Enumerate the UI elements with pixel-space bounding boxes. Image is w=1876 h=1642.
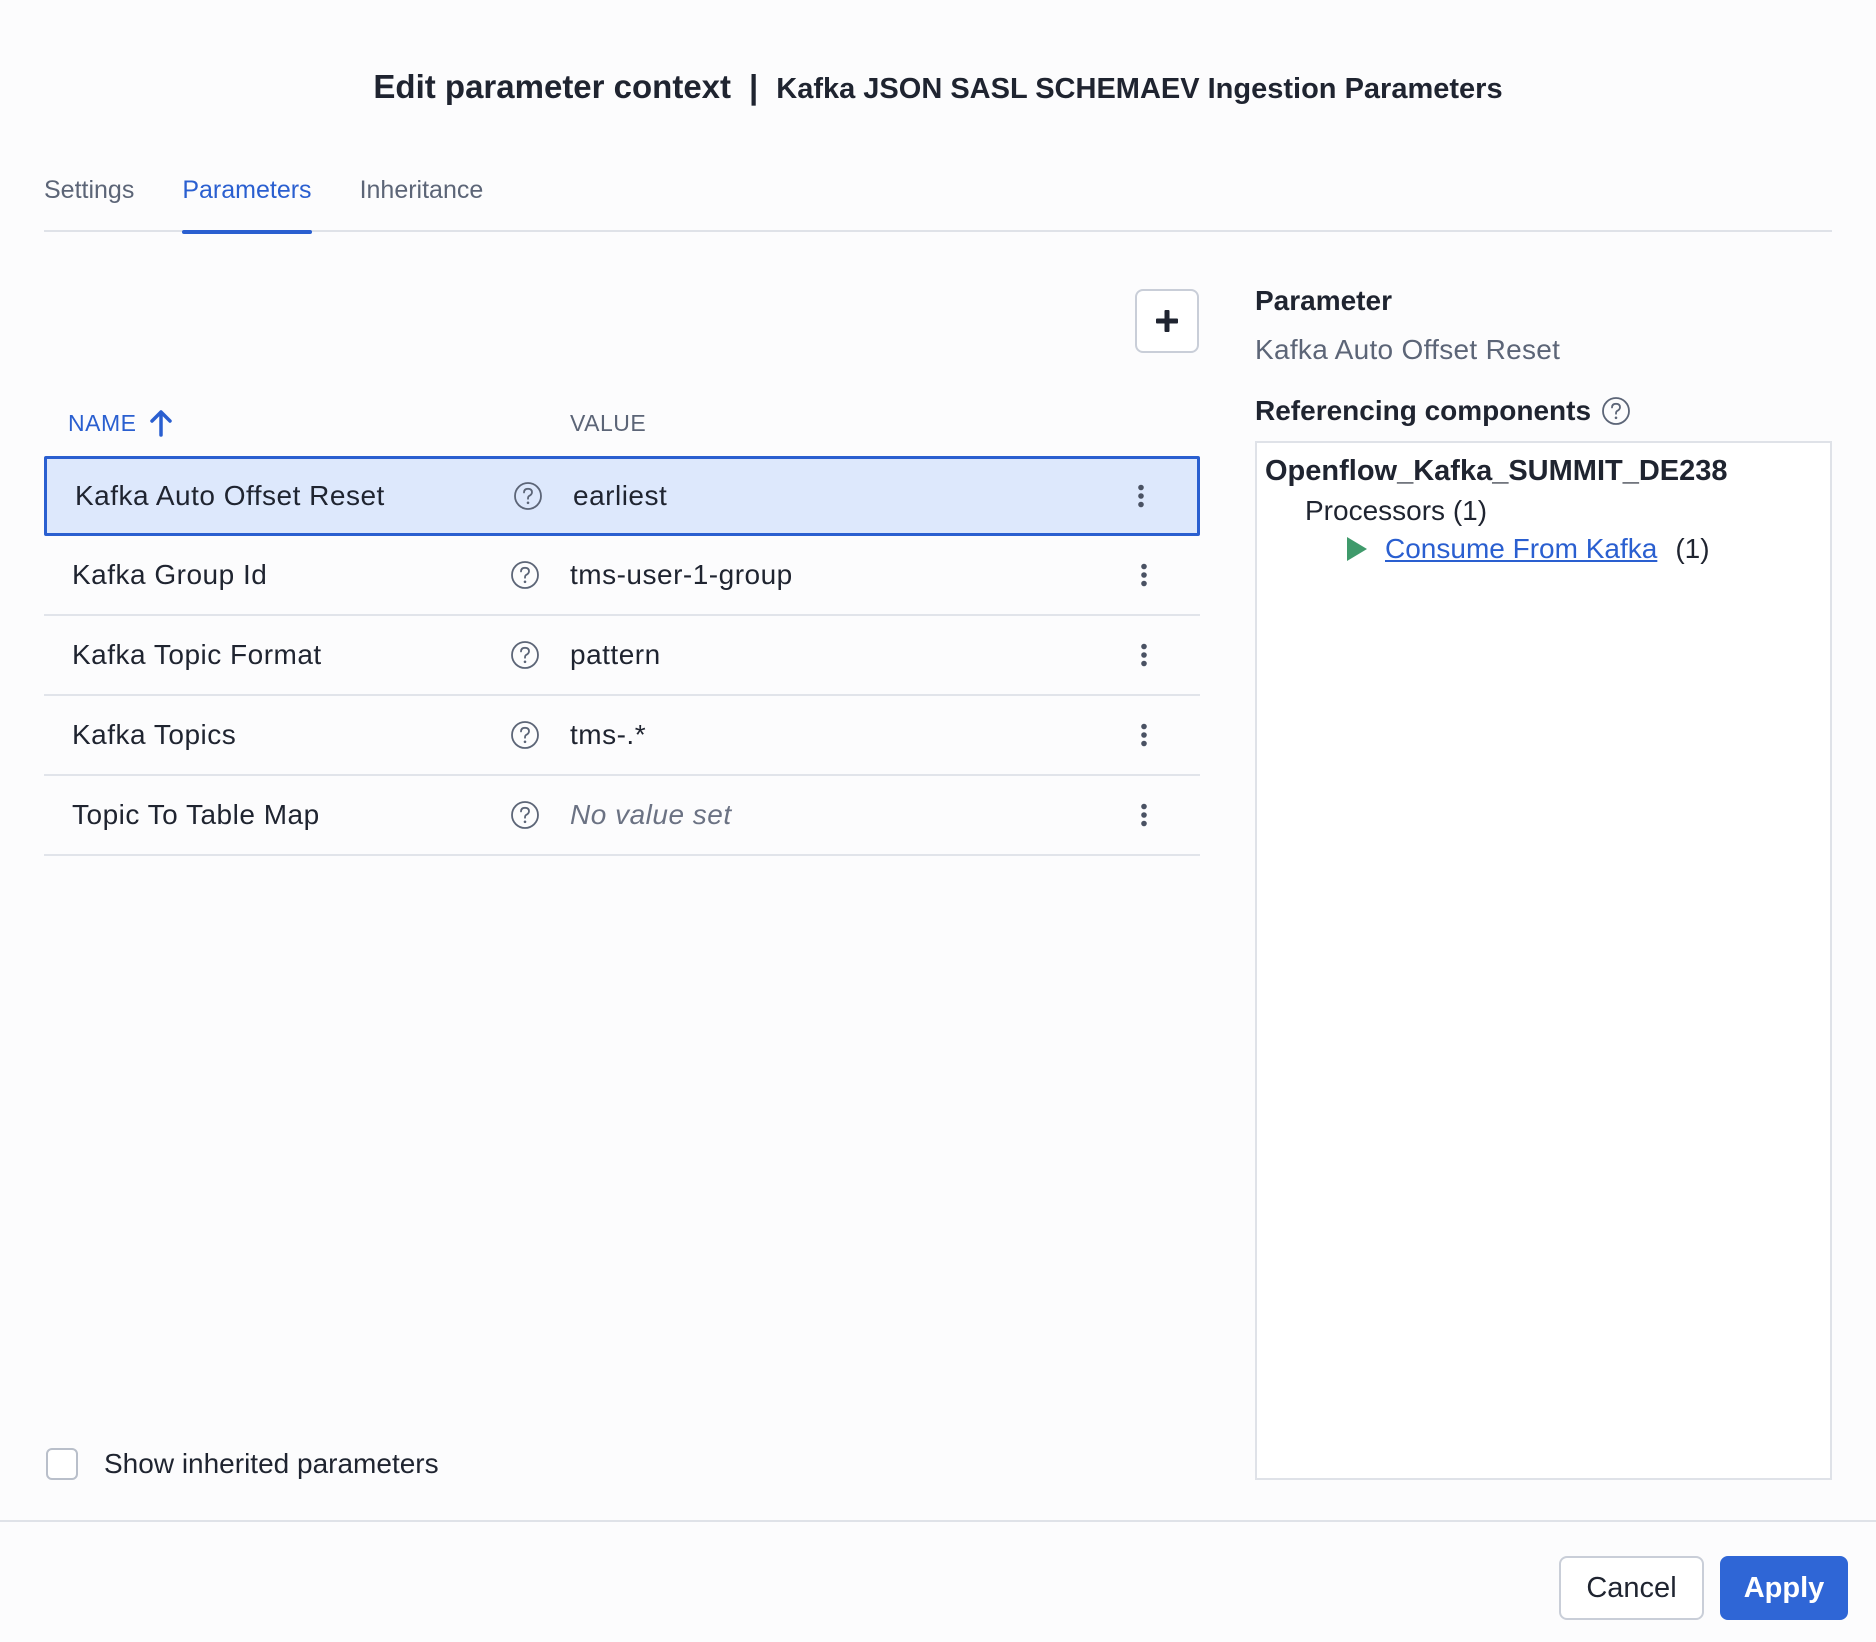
parameter-value: tms-user-1-group <box>570 559 793 590</box>
column-header-name[interactable]: NAME <box>44 409 570 437</box>
parameter-name: Kafka Auto Offset Reset <box>75 480 385 511</box>
parameter-name: Kafka Group Id <box>72 559 268 590</box>
help-icon <box>514 482 542 510</box>
help-icon <box>511 561 539 589</box>
tab-settings[interactable]: Settings <box>44 172 134 232</box>
parameter-help[interactable] <box>510 560 570 590</box>
parameter-name: Kafka Topic Format <box>72 639 322 670</box>
referencing-processor: Consume From Kafka (1) <box>1345 533 1710 565</box>
referencing-components-panel: Openflow_Kafka_SUMMIT_DE238 Processors (… <box>1255 441 1832 1480</box>
show-inherited-label: Show inherited parameters <box>104 1448 439 1479</box>
table-row[interactable]: Topic To Table Map No value set <box>44 776 1200 856</box>
help-icon[interactable] <box>1601 396 1631 426</box>
row-actions-menu[interactable] <box>1120 631 1168 679</box>
row-actions-menu[interactable] <box>1120 711 1168 759</box>
processor-reference-count: (1) <box>1675 533 1710 564</box>
running-play-icon <box>1347 537 1367 561</box>
table-row[interactable]: Kafka Topic Format pattern <box>44 616 1200 696</box>
parameter-help[interactable] <box>510 640 570 670</box>
sort-ascending-arrow-icon <box>150 410 173 437</box>
processors-label: Processors (1) <box>1305 495 1488 526</box>
more-vertical-icon <box>1138 484 1144 508</box>
tab-bar: Settings Parameters Inheritance <box>44 172 1832 234</box>
dialog-footer: Cancel Apply <box>0 1520 1876 1642</box>
dialog-title: Edit parameter context | Kafka JSON SASL S… <box>0 68 1876 106</box>
more-vertical-icon <box>1141 563 1147 587</box>
parameter-heading: Parameter <box>1255 285 1392 316</box>
show-inherited-checkbox[interactable] <box>46 1448 78 1480</box>
parameter-help[interactable] <box>510 720 570 750</box>
parameter-value: pattern <box>570 639 661 670</box>
more-vertical-icon <box>1141 643 1147 667</box>
table-row[interactable]: Kafka Auto Offset Reset earliest <box>44 456 1200 536</box>
dialog-title-text: Edit parameter context <box>373 68 732 105</box>
parameter-name: Topic To Table Map <box>72 799 320 830</box>
add-parameter-button[interactable] <box>1135 289 1199 353</box>
title-separator: | <box>749 68 759 105</box>
parameter-help[interactable] <box>513 481 573 511</box>
parameter-value: tms-.* <box>570 719 647 750</box>
tab-inheritance[interactable]: Inheritance <box>360 172 484 232</box>
show-inherited-toggle[interactable]: Show inherited parameters <box>46 1448 439 1480</box>
table-header: NAME VALUE <box>44 390 1200 456</box>
column-name-label: NAME <box>68 409 137 436</box>
row-actions-menu[interactable] <box>1120 791 1168 839</box>
parameter-value-empty: No value set <box>570 799 732 830</box>
referencing-components-heading: Referencing components <box>1255 395 1631 427</box>
apply-button[interactable]: Apply <box>1720 1556 1848 1620</box>
parameter-value: earliest <box>573 480 668 511</box>
parameter-help[interactable] <box>510 800 570 830</box>
more-vertical-icon <box>1141 723 1147 747</box>
table-row[interactable]: Kafka Group Id tms-user-1-group <box>44 536 1200 616</box>
processor-link[interactable]: Consume From Kafka <box>1385 533 1657 565</box>
table-row[interactable]: Kafka Topics tms-.* <box>44 696 1200 776</box>
more-vertical-icon <box>1141 803 1147 827</box>
help-icon <box>511 641 539 669</box>
parameter-name: Kafka Topics <box>72 719 237 750</box>
selected-parameter-name: Kafka Auto Offset Reset <box>1255 334 1561 365</box>
column-header-value: VALUE <box>570 409 647 436</box>
row-actions-menu[interactable] <box>1117 472 1165 520</box>
process-group-name: Openflow_Kafka_SUMMIT_DE238 <box>1265 455 1728 487</box>
parameters-table: NAME VALUE Kafka Auto Offset Reset earli… <box>44 390 1200 856</box>
row-actions-menu[interactable] <box>1120 551 1168 599</box>
help-icon <box>511 801 539 829</box>
tab-parameters[interactable]: Parameters <box>182 172 312 234</box>
cancel-button[interactable]: Cancel <box>1559 1556 1704 1620</box>
parameter-context-name: Kafka JSON SASL SCHEMAEV Ingestion Param… <box>776 73 1503 105</box>
referencing-components-label: Referencing components <box>1255 395 1592 426</box>
help-icon <box>511 721 539 749</box>
plus-icon <box>1156 310 1178 332</box>
